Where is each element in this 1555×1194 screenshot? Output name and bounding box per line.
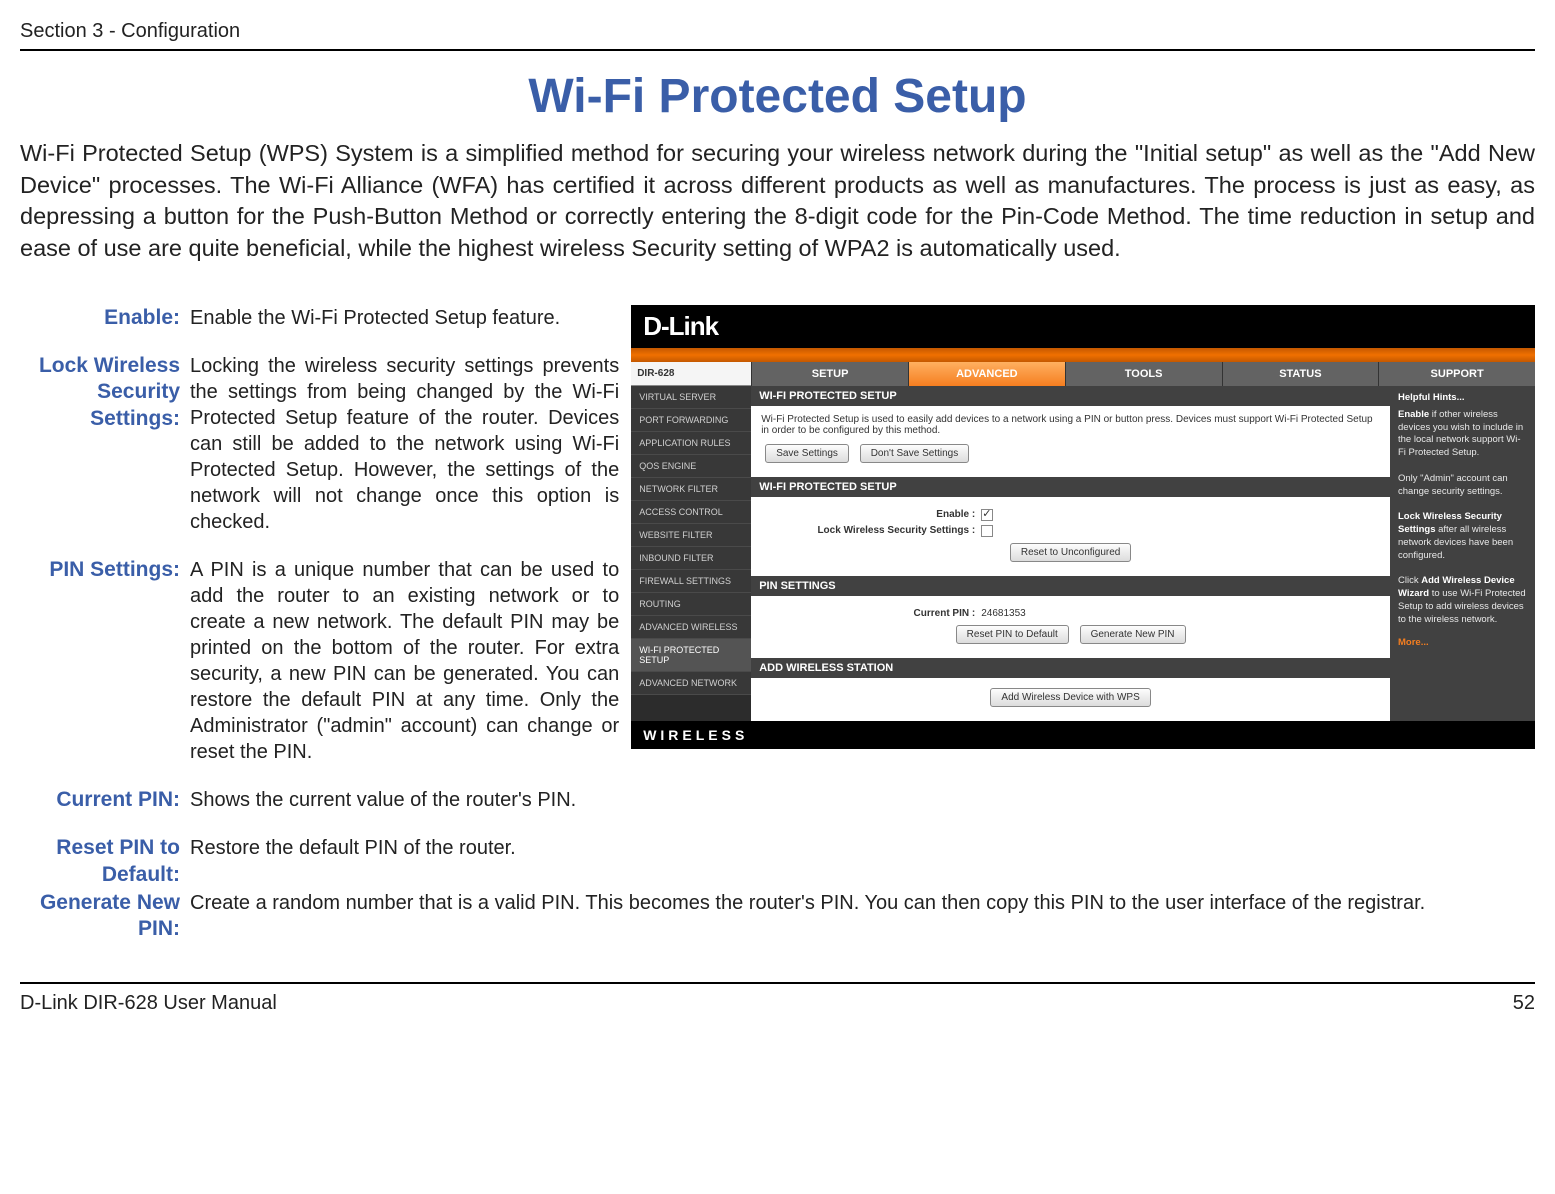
reset-pin-button[interactable]: Reset PIN to Default: [956, 625, 1069, 644]
router-header: D-Link: [631, 305, 1535, 348]
router-model: DIR-628: [631, 362, 751, 386]
def-label-gen: Generate New PIN:: [20, 890, 190, 943]
help-p4-pre: Click: [1398, 575, 1421, 586]
dont-save-settings-button[interactable]: Don't Save Settings: [860, 444, 970, 463]
panel-wps-intro-text: Wi-Fi Protected Setup is used to easily …: [761, 414, 1380, 436]
definition-list: Enable: Enable the Wi-Fi Protected Setup…: [20, 305, 619, 910]
footer-left: D-Link DIR-628 User Manual: [20, 992, 277, 1015]
panel-wps-title: WI-FI PROTECTED SETUP: [751, 477, 1390, 497]
help-more-link[interactable]: More...: [1398, 637, 1527, 650]
enable-checkbox[interactable]: [981, 509, 993, 521]
router-footer: WIRELESS: [631, 721, 1535, 749]
def-desc-gen: Create a random number that is a valid P…: [190, 890, 1535, 943]
def-label-reset: Reset PIN to Default:: [20, 835, 190, 888]
panel-wps-intro-title: WI-FI PROTECTED SETUP: [751, 386, 1390, 406]
def-desc-lock: Locking the wireless security settings p…: [190, 353, 619, 535]
sidebar-item-virtual-server[interactable]: VIRTUAL SERVER: [631, 386, 751, 409]
tab-status[interactable]: STATUS: [1222, 362, 1379, 386]
sidebar-item-routing[interactable]: ROUTING: [631, 593, 751, 616]
sidebar-item-firewall-settings[interactable]: FIREWALL SETTINGS: [631, 570, 751, 593]
header-rule: [20, 49, 1535, 51]
page-number: 52: [1513, 992, 1535, 1015]
sidebar-item-network-filter[interactable]: NETWORK FILTER: [631, 478, 751, 501]
tab-setup[interactable]: SETUP: [751, 362, 908, 386]
panel-add-station-title: ADD WIRELESS STATION: [751, 658, 1390, 678]
help-p1-bold: Enable: [1398, 409, 1429, 420]
help-p2: Only "Admin" account can change security…: [1398, 473, 1527, 499]
running-footer: D-Link DIR-628 User Manual 52: [20, 992, 1535, 1015]
section-label: Section 3 - Configuration: [20, 20, 240, 43]
running-header: Section 3 - Configuration: [20, 20, 1535, 43]
enable-label: Enable :: [761, 509, 981, 520]
router-screenshot: D-Link DIR-628 SETUP ADVANCED TOOLS STAT…: [631, 305, 1535, 749]
sidebar-item-website-filter[interactable]: WEBSITE FILTER: [631, 524, 751, 547]
panel-pin-title: PIN SETTINGS: [751, 576, 1390, 596]
sidebar-item-inbound-filter[interactable]: INBOUND FILTER: [631, 547, 751, 570]
lock-label: Lock Wireless Security Settings :: [761, 525, 981, 536]
router-help-panel: Helpful Hints... Enable if other wireles…: [1390, 386, 1535, 721]
tab-support[interactable]: SUPPORT: [1378, 362, 1535, 386]
router-sidebar: VIRTUAL SERVER PORT FORWARDING APPLICATI…: [631, 386, 751, 721]
tab-advanced[interactable]: ADVANCED: [908, 362, 1065, 386]
def-desc-curpin: Shows the current value of the router's …: [190, 787, 619, 813]
sidebar-item-wps[interactable]: WI-FI PROTECTED SETUP: [631, 639, 751, 672]
dlink-logo: D-Link: [643, 311, 718, 342]
reset-unconfigured-button[interactable]: Reset to Unconfigured: [1010, 543, 1132, 562]
sidebar-item-advanced-network[interactable]: ADVANCED NETWORK: [631, 672, 751, 695]
current-pin-label: Current PIN :: [761, 608, 981, 619]
current-pin-value: 24681353: [981, 608, 1026, 619]
tab-tools[interactable]: TOOLS: [1065, 362, 1222, 386]
def-desc-enable: Enable the Wi-Fi Protected Setup feature…: [190, 305, 619, 331]
page-title: Wi-Fi Protected Setup: [20, 69, 1535, 124]
help-title: Helpful Hints...: [1398, 392, 1527, 405]
def-desc-pin: A PIN is a unique number that can be use…: [190, 557, 619, 765]
router-orange-bar: [631, 348, 1535, 362]
generate-pin-button[interactable]: Generate New PIN: [1080, 625, 1186, 644]
sidebar-item-advanced-wireless[interactable]: ADVANCED WIRELESS: [631, 616, 751, 639]
sidebar-item-port-forwarding[interactable]: PORT FORWARDING: [631, 409, 751, 432]
router-nav: DIR-628 SETUP ADVANCED TOOLS STATUS SUPP…: [631, 362, 1535, 386]
help-p3: Lock Wireless Security Settings after al…: [1398, 511, 1527, 562]
intro-paragraph: Wi-Fi Protected Setup (WPS) System is a …: [20, 138, 1535, 265]
def-label-lock: Lock Wireless Security Settings:: [20, 353, 190, 535]
help-p1: Enable if other wireless devices you wis…: [1398, 409, 1527, 460]
sidebar-item-qos-engine[interactable]: QOS ENGINE: [631, 455, 751, 478]
def-label-pin: PIN Settings:: [20, 557, 190, 765]
sidebar-item-access-control[interactable]: ACCESS CONTROL: [631, 501, 751, 524]
router-main: WI-FI PROTECTED SETUP Wi-Fi Protected Se…: [751, 386, 1390, 721]
add-wireless-device-button[interactable]: Add Wireless Device with WPS: [990, 688, 1150, 707]
save-settings-button[interactable]: Save Settings: [765, 444, 849, 463]
def-label-enable: Enable:: [20, 305, 190, 331]
def-label-curpin: Current PIN:: [20, 787, 190, 813]
lock-checkbox[interactable]: [981, 525, 993, 537]
footer-rule: [20, 982, 1535, 984]
def-desc-reset: Restore the default PIN of the router.: [190, 835, 619, 888]
sidebar-item-application-rules[interactable]: APPLICATION RULES: [631, 432, 751, 455]
help-p4: Click Add Wireless Device Wizard to use …: [1398, 575, 1527, 626]
